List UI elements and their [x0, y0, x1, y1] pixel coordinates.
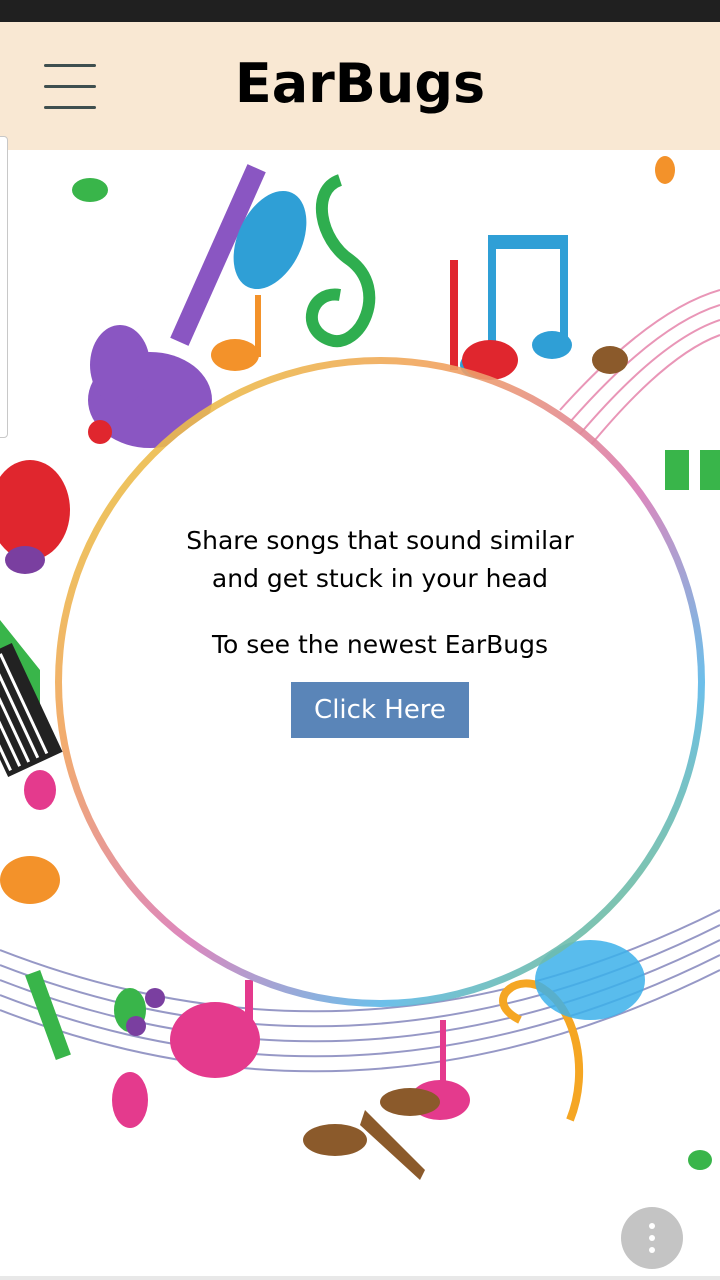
more-vertical-dot [649, 1235, 655, 1241]
bottom-divider [0, 1276, 720, 1280]
hero-content: Share songs that sound similar and get s… [150, 370, 610, 738]
more-vertical-dot [649, 1247, 655, 1253]
click-here-button[interactable]: Click Here [291, 682, 469, 738]
status-bar [0, 0, 720, 22]
more-options-button[interactable] [621, 1207, 683, 1269]
cta-text: To see the newest EarBugs [211, 630, 549, 659]
app-title: EarBugs [234, 52, 486, 115]
side-drawer-handle[interactable] [0, 136, 8, 438]
tagline-text: Share songs that sound similar and get s… [186, 526, 574, 593]
more-vertical-icon [649, 1223, 655, 1229]
